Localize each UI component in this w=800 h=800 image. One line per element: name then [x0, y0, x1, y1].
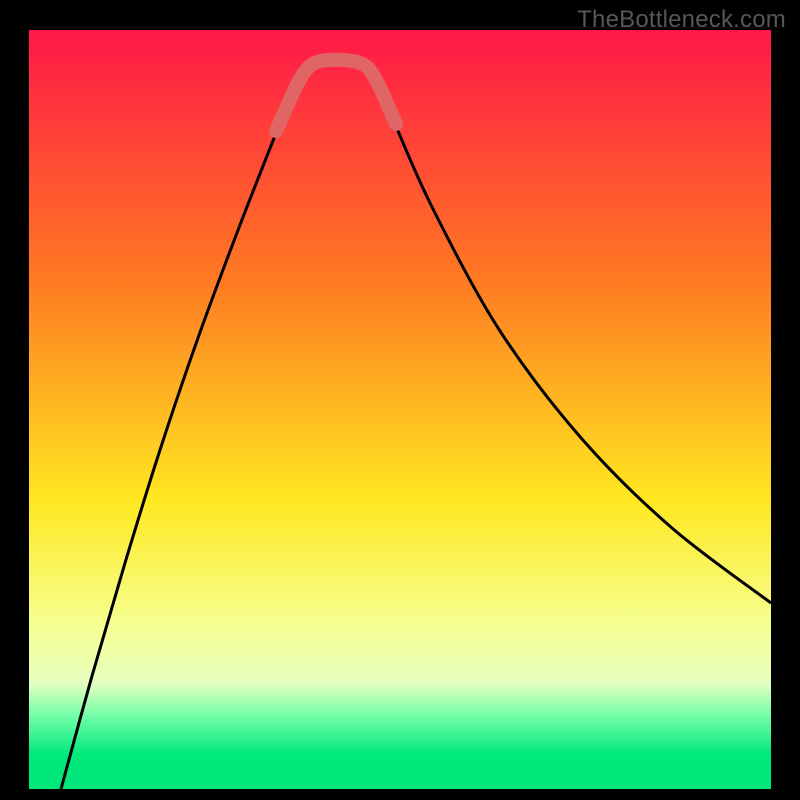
- plot-background: [29, 30, 771, 789]
- chart-svg: [0, 0, 800, 800]
- watermark-text: TheBottleneck.com: [577, 6, 786, 34]
- chart-frame: TheBottleneck.com: [0, 0, 800, 800]
